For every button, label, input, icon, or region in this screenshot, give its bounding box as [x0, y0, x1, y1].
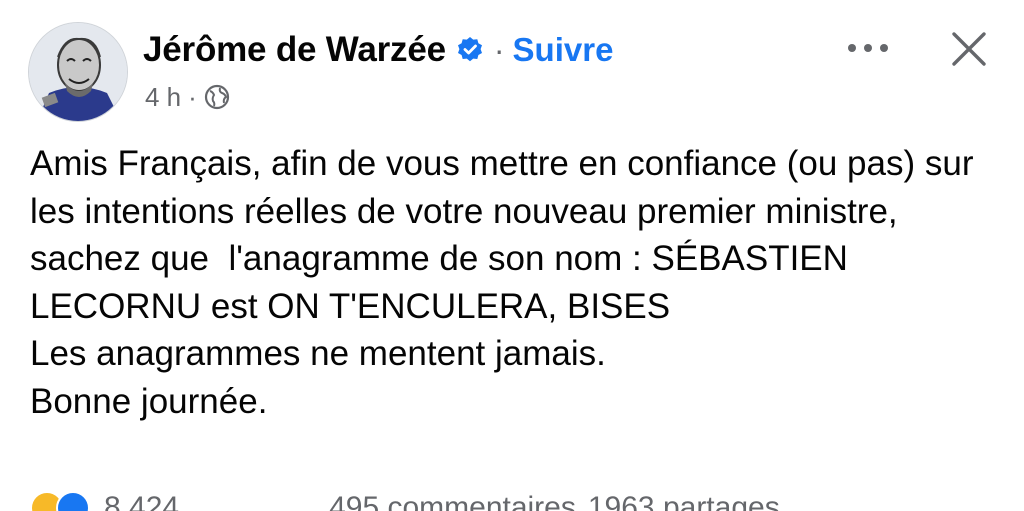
more-options-button[interactable]: [840, 30, 896, 66]
comments-count[interactable]: 495 commentaires: [329, 491, 576, 511]
post-engagement-bar: 8 424 495 commentaires 1963 partages: [30, 488, 1024, 511]
post-paragraph: Les anagrammes ne mentent jamais.: [30, 334, 606, 373]
post-paragraph: Bonne journée.: [30, 381, 268, 421]
close-button[interactable]: [944, 26, 994, 72]
header-separator: ·: [493, 31, 505, 68]
globe-icon[interactable]: [204, 84, 230, 110]
close-icon: [952, 32, 986, 66]
post-text: Amis Français, afin de vous mettre en co…: [30, 140, 1000, 425]
post-paragraph: Amis Français, afin de vous mettre en co…: [30, 144, 984, 326]
reaction-icons[interactable]: [30, 491, 90, 511]
post-timestamp[interactable]: 4 h: [145, 82, 181, 113]
author-avatar[interactable]: [28, 22, 128, 122]
author-row: Jérôme de Warzée · Suivre: [143, 27, 613, 73]
shares-count[interactable]: 1963 partages: [588, 491, 780, 511]
verified-badge-icon: [456, 36, 484, 64]
follow-button[interactable]: Suivre: [513, 31, 614, 69]
like-reaction-icon: [56, 491, 90, 511]
reactions-count[interactable]: 8 424: [104, 491, 179, 511]
post-header: Jérôme de Warzée · Suivre 4 h ·: [0, 0, 1024, 130]
meta-separator: ·: [188, 81, 197, 112]
more-horizontal-icon: [848, 44, 888, 52]
author-name[interactable]: Jérôme de Warzée: [143, 30, 446, 70]
post-meta: 4 h ·: [145, 80, 230, 114]
